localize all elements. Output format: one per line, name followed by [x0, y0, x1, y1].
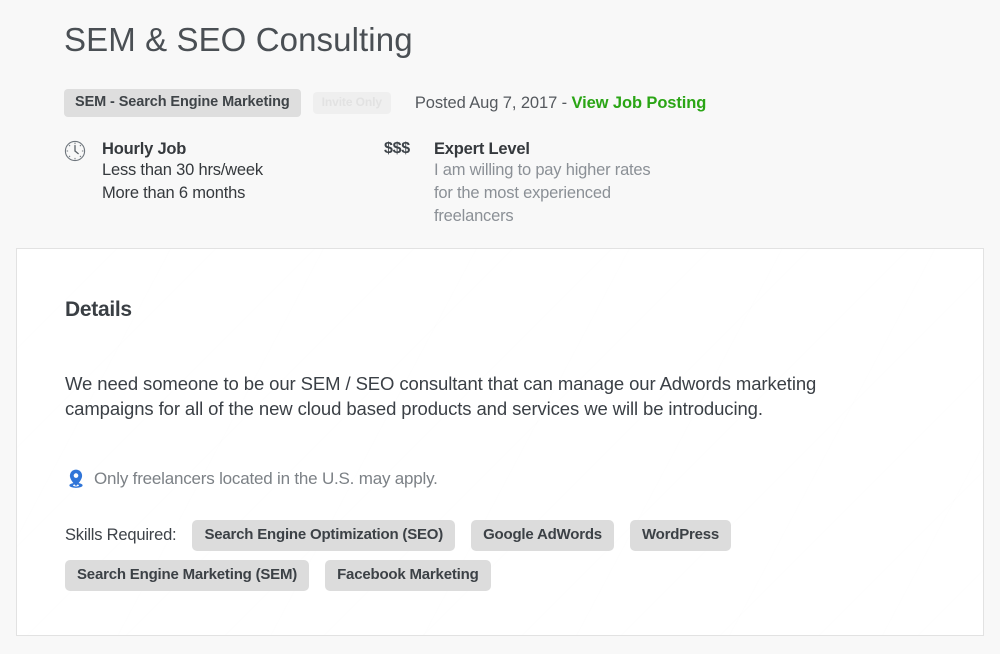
- page-title: SEM & SEO Consulting: [64, 21, 413, 58]
- experience-desc-line-2: for the most experienced: [434, 184, 611, 202]
- posted-date-value: Posted Aug 7, 2017 -: [414, 93, 572, 112]
- job-posting-page: SEM & SEO Consulting SEM - Search Engine…: [0, 0, 1000, 654]
- experience-text-block: Expert Level I am willing to pay higher …: [434, 139, 651, 228]
- map-pin-icon: [65, 468, 87, 490]
- skills-list: Skills Required: Search Engine Optimizat…: [65, 520, 925, 591]
- experience-desc-line-1: I am willing to pay higher rates: [434, 161, 651, 179]
- details-card: Details We need someone to be our SEM / …: [16, 248, 984, 636]
- schedule-heading: Hourly Job: [102, 140, 187, 158]
- invite-only-badge: Invite Only: [312, 92, 391, 114]
- job-meta-row: SEM - Search Engine Marketing Invite Onl…: [64, 89, 1000, 117]
- view-job-posting-link[interactable]: View Job Posting: [572, 94, 707, 112]
- skills-section: Skills Required: Search Engine Optimizat…: [65, 520, 925, 591]
- experience-desc-line-3: freelancers: [434, 207, 514, 225]
- skill-tag[interactable]: Google AdWords: [471, 520, 614, 551]
- skill-tag[interactable]: Facebook Marketing: [325, 560, 491, 591]
- location-requirement-text: Only freelancers located in the U.S. may…: [94, 469, 438, 488]
- money-level-icon: $$$: [384, 140, 410, 157]
- experience-block: $$$ Expert Level I am willing to pay hig…: [384, 139, 651, 228]
- schedule-block: Hourly Job Less than 30 hrs/week More th…: [64, 139, 384, 228]
- job-terms-row: Hourly Job Less than 30 hrs/week More th…: [64, 139, 1000, 228]
- location-requirement-row: Only freelancers located in the U.S. may…: [65, 468, 983, 490]
- skill-tag[interactable]: Search Engine Marketing (SEM): [65, 560, 310, 591]
- experience-heading: Expert Level: [434, 140, 530, 158]
- schedule-duration: More than 6 months: [102, 184, 246, 202]
- schedule-hours: Less than 30 hrs/week: [102, 161, 263, 179]
- job-header: SEM & SEO Consulting SEM - Search Engine…: [0, 0, 1000, 228]
- skills-label: Skills Required:: [65, 526, 177, 544]
- skill-tag[interactable]: Search Engine Optimization (SEO): [192, 520, 456, 551]
- details-heading: Details: [65, 298, 132, 321]
- clock-icon: [64, 139, 102, 167]
- details-description: We need someone to be our SEM / SEO cons…: [65, 373, 817, 419]
- skill-tag[interactable]: WordPress: [629, 520, 732, 551]
- posted-date-text: Posted Aug 7, 2017 - View Job Posting: [415, 94, 706, 113]
- schedule-text-block: Hourly Job Less than 30 hrs/week More th…: [102, 139, 263, 205]
- details-card-content: Details We need someone to be our SEM / …: [17, 249, 983, 591]
- category-tag[interactable]: SEM - Search Engine Marketing: [64, 89, 301, 117]
